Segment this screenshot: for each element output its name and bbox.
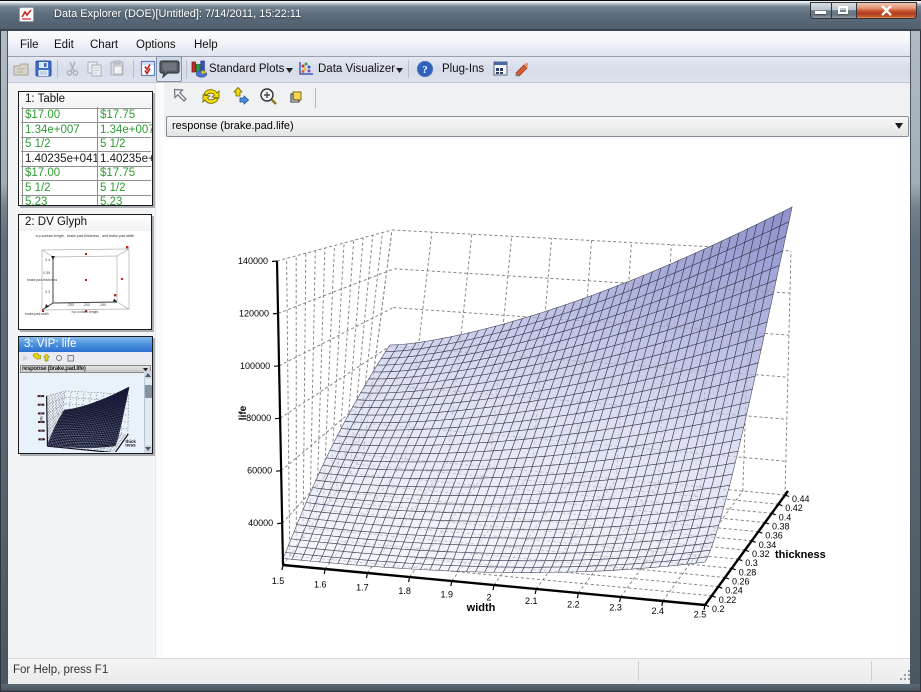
- svg-text:0.28: 0.28: [739, 567, 757, 577]
- svg-text:0.38: 0.38: [772, 522, 790, 532]
- svg-text:1.9: 1.9: [441, 589, 454, 599]
- svg-text:?: ?: [422, 64, 428, 76]
- svg-text:0.4: 0.4: [779, 512, 792, 522]
- svg-text:brake.pad.thickness: brake.pad.thickness: [27, 278, 57, 282]
- svg-text:0.32: 0.32: [752, 549, 770, 559]
- svg-text:1.6: 1.6: [314, 579, 327, 589]
- svg-text:-200: -200: [83, 303, 90, 307]
- svg-text:0.2: 0.2: [712, 604, 725, 614]
- svg-text:40000: 40000: [248, 518, 273, 528]
- svg-text:0.35: 0.35: [43, 271, 50, 275]
- svg-text:100000: 100000: [240, 361, 270, 371]
- svg-text:life: life: [238, 405, 249, 420]
- svg-text:2.5: 2.5: [694, 609, 707, 619]
- svg-text:0.22: 0.22: [719, 595, 737, 605]
- svg-text:ness: ness: [125, 443, 136, 448]
- svg-text:2.4: 2.4: [652, 606, 665, 616]
- svg-text:0.36: 0.36: [765, 531, 783, 541]
- svg-text:140000: 140000: [238, 256, 268, 266]
- svg-text:0.42: 0.42: [785, 503, 803, 513]
- svg-text:1.7: 1.7: [356, 583, 369, 593]
- svg-text:brake.pad.width: brake.pad.width: [25, 312, 49, 316]
- svg-text:b.p.contact.length , brake.pad: b.p.contact.length , brake.pad.thickness…: [36, 234, 135, 238]
- svg-text:b.p.contact.length: b.p.contact.length: [72, 310, 99, 314]
- svg-text:0.34: 0.34: [759, 540, 777, 550]
- svg-text:life: life: [38, 415, 43, 421]
- svg-text:-150: -150: [99, 303, 106, 307]
- svg-text:0.3: 0.3: [745, 558, 758, 568]
- svg-text:0.44: 0.44: [792, 494, 810, 504]
- svg-text:2.2: 2.2: [567, 599, 580, 609]
- svg-text:0.26: 0.26: [732, 577, 750, 587]
- svg-text:1.5: 1.5: [272, 576, 285, 586]
- svg-text:2.1: 2.1: [525, 596, 538, 606]
- svg-text:0.3: 0.3: [45, 290, 50, 294]
- svg-text:-250: -250: [67, 303, 74, 307]
- svg-text:80000: 80000: [246, 413, 271, 423]
- svg-text:120000: 120000: [239, 308, 269, 318]
- svg-text:60000: 60000: [247, 466, 272, 476]
- svg-text:thickness: thickness: [775, 549, 826, 561]
- svg-text:2.3: 2.3: [609, 603, 622, 613]
- svg-text:0.24: 0.24: [725, 586, 743, 596]
- svg-text:width: width: [466, 602, 496, 614]
- svg-text:1.8: 1.8: [398, 586, 411, 596]
- svg-text:0.4: 0.4: [45, 258, 50, 262]
